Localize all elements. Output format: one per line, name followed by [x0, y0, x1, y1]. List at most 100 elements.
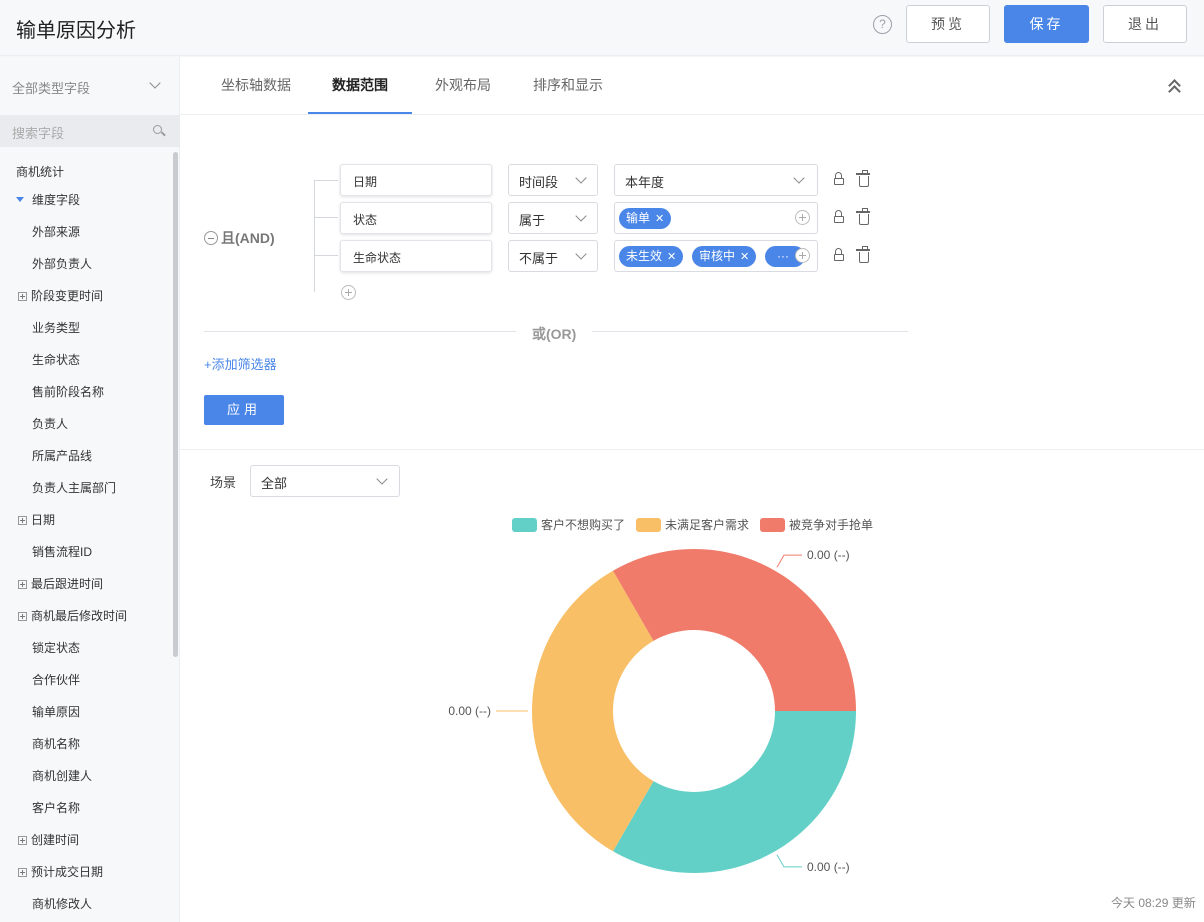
donut-slice[interactable]: [613, 549, 856, 711]
and-group-toggle[interactable]: 且(AND): [204, 228, 275, 248]
sidebar-scrollbar[interactable]: [173, 152, 178, 657]
expand-icon[interactable]: [18, 836, 27, 845]
filter-field-label: 生命状态: [353, 251, 402, 265]
sidebar-item[interactable]: 业务类型: [32, 319, 80, 339]
sidebar-item[interactable]: 负责人主属部门: [32, 479, 116, 499]
close-icon[interactable]: ✕: [740, 251, 749, 263]
donut-slice[interactable]: [613, 711, 856, 873]
legend-item[interactable]: 未满足客户需求: [636, 516, 749, 533]
filter-tag[interactable]: 审核中 ✕: [692, 246, 757, 267]
filter-field-date[interactable]: 日期: [340, 164, 492, 196]
save-button[interactable]: 保存: [1004, 5, 1089, 43]
sidebar-item[interactable]: 外部负责人: [32, 255, 92, 275]
sidebar-item-label: 外部负责人: [32, 257, 93, 271]
sidebar-item[interactable]: 商机名称: [32, 735, 80, 755]
sidebar-item-label: 日期: [31, 513, 56, 527]
expand-icon[interactable]: [18, 868, 27, 877]
add-condition-icon[interactable]: [341, 285, 356, 300]
trash-icon[interactable]: [856, 246, 870, 263]
tree-group-dimension[interactable]: 维度字段: [16, 191, 80, 211]
sidebar-item[interactable]: 锁定状态: [32, 639, 80, 659]
sidebar-item[interactable]: 创建时间: [18, 831, 79, 851]
chevron-down-icon: [793, 172, 805, 184]
sidebar-item-label: 销售流程ID: [32, 545, 93, 559]
sidebar-item[interactable]: 所属产品线: [32, 447, 92, 467]
filter-field-label: 日期: [353, 175, 378, 189]
unlock-icon[interactable]: [834, 248, 844, 261]
filter-value-select[interactable]: 本年度: [614, 164, 818, 196]
trash-icon[interactable]: [856, 170, 870, 187]
unlock-icon[interactable]: [834, 210, 844, 223]
collapse-up-icon[interactable]: [1168, 77, 1182, 98]
sidebar-item[interactable]: 预计成交日期: [18, 863, 103, 883]
field-type-select[interactable]: 全部类型字段: [0, 57, 180, 115]
filter-operator-select[interactable]: 属于: [508, 202, 598, 234]
unlock-icon[interactable]: [834, 172, 844, 185]
close-icon[interactable]: ✕: [655, 213, 664, 225]
sidebar-item[interactable]: 生命状态: [32, 351, 80, 371]
tab-axis-data[interactable]: 坐标轴数据: [221, 75, 291, 95]
expand-icon[interactable]: [18, 612, 27, 621]
apply-button[interactable]: 应用: [204, 395, 284, 425]
filter-tag[interactable]: 输单 ✕: [619, 208, 672, 229]
or-divider: [204, 331, 516, 332]
chevron-down-icon: [575, 248, 587, 260]
sidebar-item[interactable]: 最后跟进时间: [18, 575, 103, 595]
sidebar-item[interactable]: 销售流程ID: [32, 543, 92, 563]
filter-operator-select[interactable]: 不属于: [508, 240, 598, 272]
expand-icon[interactable]: [18, 516, 27, 525]
sidebar-item[interactable]: 商机最后修改时间: [18, 607, 127, 627]
preview-button[interactable]: 预览: [906, 5, 990, 43]
exit-button[interactable]: 退出: [1103, 5, 1187, 43]
legend-item[interactable]: 被竞争对手抢单: [760, 516, 873, 533]
trash-icon[interactable]: [856, 208, 870, 225]
sidebar-item[interactable]: 负责人: [32, 415, 68, 435]
filter-tag-input[interactable]: 未生效 ✕ 审核中 ✕ ···: [614, 240, 818, 272]
tab-sort-display[interactable]: 排序和显示: [533, 75, 603, 95]
sidebar-item[interactable]: 日期: [18, 511, 55, 531]
filter-tag-input[interactable]: 输单 ✕: [614, 202, 818, 234]
donut-chart: 0.00 (--) 0.00 (--) 0.00 (--): [448, 548, 856, 874]
close-icon[interactable]: ✕: [667, 251, 676, 263]
filter-field-status[interactable]: 状态: [340, 202, 492, 234]
section-divider: [180, 449, 1204, 450]
sidebar-item[interactable]: 外部来源: [32, 223, 80, 243]
legend-item[interactable]: 客户不想购买了: [512, 516, 625, 533]
sidebar-item-label: 商机名称: [32, 737, 81, 751]
filter-tag[interactable]: 未生效 ✕: [619, 246, 684, 267]
sidebar-item-label: 合作伙伴: [32, 673, 81, 687]
sidebar-item[interactable]: 售前阶段名称: [32, 383, 104, 403]
field-search-input[interactable]: 搜索字段: [0, 115, 180, 147]
data-label: 0.00 (--): [807, 860, 850, 874]
data-label: 0.00 (--): [448, 704, 491, 718]
sidebar-item[interactable]: 商机修改人: [32, 895, 92, 915]
tab-data-range[interactable]: 数据范围: [332, 75, 388, 95]
sidebar-item[interactable]: 输单原因: [32, 703, 80, 723]
scene-select[interactable]: 全部: [250, 465, 400, 497]
help-icon[interactable]: ?: [873, 15, 892, 34]
sidebar-item-label: 商机最后修改时间: [31, 609, 128, 623]
sidebar-item-label: 负责人主属部门: [32, 481, 117, 495]
filter-operator-select[interactable]: 时间段: [508, 164, 598, 196]
add-circle-icon[interactable]: [795, 248, 810, 263]
expand-icon[interactable]: [18, 580, 27, 589]
sidebar-item[interactable]: 商机创建人: [32, 767, 92, 787]
add-circle-icon[interactable]: [795, 210, 810, 225]
filter-tag-label: 未生效: [626, 249, 663, 263]
sidebar-item[interactable]: 客户名称: [32, 799, 80, 819]
sidebar-item[interactable]: 合作伙伴: [32, 671, 80, 691]
legend-swatch: [760, 518, 785, 532]
donut-slice[interactable]: [532, 570, 654, 852]
filter-operator-value: 不属于: [519, 251, 559, 266]
sidebar-item-label: 锁定状态: [32, 641, 81, 655]
chevron-down-icon: [376, 473, 388, 485]
sidebar-item[interactable]: 阶段变更时间: [18, 287, 103, 307]
or-label: 或(OR): [532, 326, 577, 342]
chevron-down-icon: [149, 77, 161, 89]
expand-icon[interactable]: [18, 292, 27, 301]
tab-appearance[interactable]: 外观布局: [435, 75, 491, 95]
filter-operator-value: 时间段: [519, 175, 559, 190]
tree-root[interactable]: 商机统计: [16, 163, 64, 183]
filter-field-lifecycle[interactable]: 生命状态: [340, 240, 492, 272]
add-filter-link[interactable]: +添加筛选器: [204, 354, 277, 373]
